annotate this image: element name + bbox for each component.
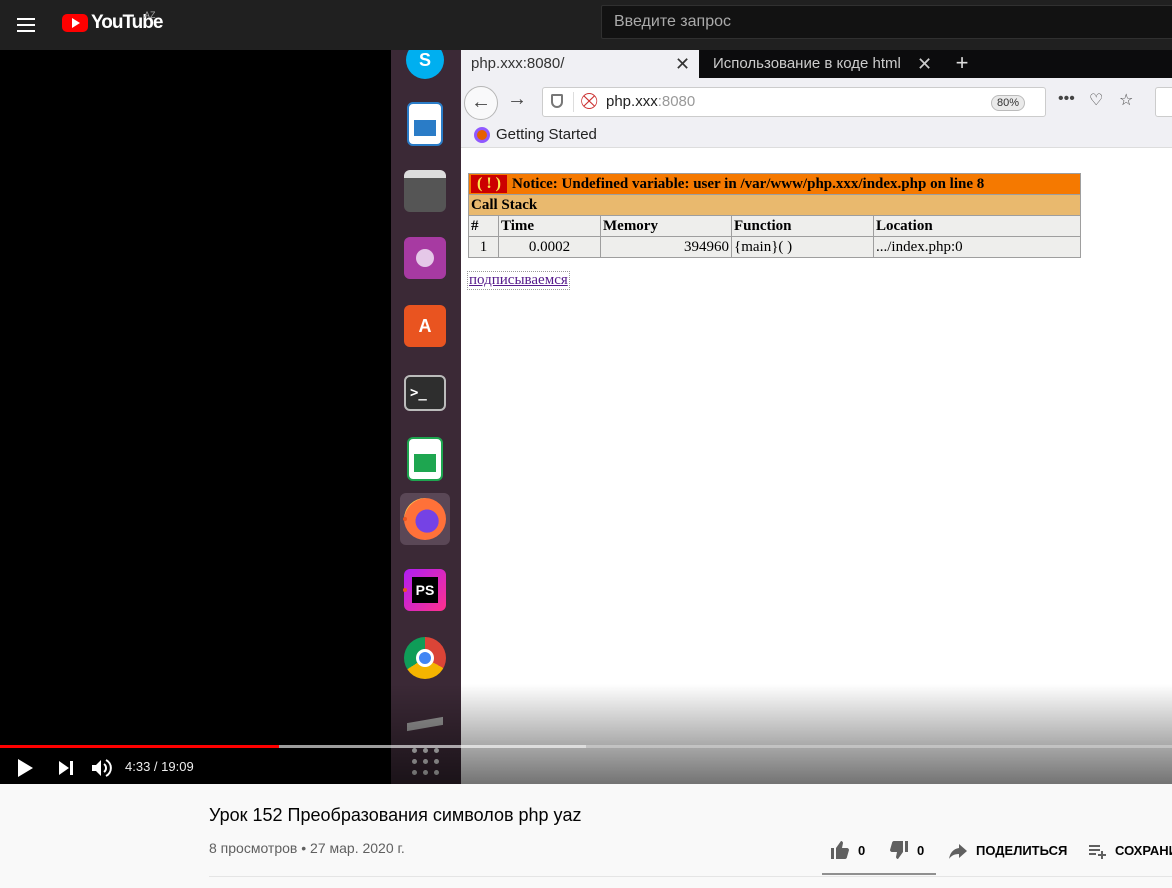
forward-arrow-icon: →: [507, 88, 527, 110]
shield-icon: [551, 94, 563, 108]
column-header: Memory: [600, 215, 732, 237]
search-box: [1155, 87, 1172, 117]
dock-phpstorm: PS: [400, 564, 450, 616]
running-indicator: [403, 588, 407, 592]
webcam-icon: [404, 237, 446, 279]
running-indicator: [403, 517, 407, 521]
firefox-favicon: [474, 127, 490, 143]
masthead: YouTube AZ: [0, 0, 1172, 50]
tab-title: php.xxx:8080/: [471, 55, 565, 72]
chrome-icon: [404, 637, 446, 679]
bookmarks-toolbar: Getting Started: [461, 122, 1172, 148]
video-frame: S A >_ PS php.xxx:8080/ ✕ Использование …: [391, 50, 1172, 784]
column-header: #: [468, 215, 499, 237]
bookmark-getting-started: Getting Started: [496, 126, 597, 143]
cell-time: 0.0002: [498, 236, 601, 258]
ubuntu-dock: S A >_ PS: [391, 50, 461, 784]
url-text: php.xxx:8080: [606, 93, 696, 110]
country-code: AZ: [144, 10, 156, 20]
video-player[interactable]: S A >_ PS php.xxx:8080/ ✕ Использование …: [0, 50, 1172, 784]
terminal-icon: >_: [404, 375, 446, 411]
notice-row: ( ! ) Notice: Undefined variable: user in…: [468, 173, 1081, 195]
firefox-window: php.xxx:8080/ ✕ Использование в коде htm…: [461, 50, 1172, 784]
libreoffice-impress-icon: [407, 102, 443, 146]
tab-active: php.xxx:8080/ ✕: [461, 50, 699, 78]
menu-icon[interactable]: [14, 13, 38, 37]
dock-skype: S: [400, 50, 450, 86]
save-label: СОХРАНИТЬ: [1115, 842, 1172, 858]
dock-terminal: >_: [400, 367, 450, 419]
column-header: Time: [498, 215, 601, 237]
cell-memory: 394960: [600, 236, 732, 258]
youtube-play-icon: [62, 14, 88, 32]
play-button[interactable]: [13, 756, 37, 780]
dock-software-center: A: [400, 300, 450, 352]
insecure-lock-icon: ⛒: [581, 93, 598, 110]
share-button[interactable]: ПОДЕЛИТЬСЯ: [948, 840, 1067, 860]
firefox-icon: [404, 498, 446, 540]
column-header: Function: [731, 215, 874, 237]
phpstorm-icon: PS: [404, 569, 446, 611]
skype-icon: S: [406, 50, 444, 79]
volume-button[interactable]: [89, 756, 115, 780]
subscribe-link: подписываемся: [467, 271, 570, 290]
call-stack-label: Call Stack: [468, 194, 1081, 216]
dock-webcam: [400, 232, 450, 284]
search-input[interactable]: [601, 5, 1172, 39]
volume-icon: [92, 759, 112, 777]
next-button[interactable]: [55, 756, 79, 780]
tab-inactive: Использование в коде html ✕: [703, 50, 939, 78]
video-meta: 8 просмотров • 27 мар. 2020 г.: [209, 840, 405, 856]
zoom-level: 80%: [991, 95, 1025, 111]
more-icon: •••: [1058, 90, 1075, 107]
tab-bar: php.xxx:8080/ ✕ Использование в коде htm…: [461, 50, 1172, 78]
played-bar: [0, 745, 279, 748]
dislike-count: 0: [917, 842, 925, 858]
star-icon: ☆: [1119, 92, 1134, 109]
cell-location: .../index.php:0: [873, 236, 1081, 258]
like-button[interactable]: 0: [830, 840, 865, 860]
plus-icon: +: [955, 50, 969, 75]
clapperboard-icon: [404, 170, 446, 212]
close-icon: ✕: [675, 54, 691, 74]
dock-libreoffice-draw: [400, 98, 450, 150]
notice-badge: ( ! ): [471, 175, 507, 193]
divider: [209, 876, 1172, 877]
dock-chrome: [400, 632, 450, 684]
playlist-add-icon: [1089, 845, 1106, 859]
dock-video-editor: [400, 165, 450, 217]
url-bar: ⛒ php.xxx:8080 80%: [542, 87, 1046, 117]
back-arrow-icon: ←: [464, 86, 498, 120]
nav-bar: ← → ⛒ php.xxx:8080 80% ••• ♡ ☆: [461, 78, 1172, 122]
share-label: ПОДЕЛИТЬСЯ: [976, 842, 1068, 858]
notice-message: Notice: Undefined variable: user in /var…: [511, 176, 985, 192]
dislike-button[interactable]: 0: [889, 840, 924, 860]
share-icon: [949, 844, 967, 859]
time-display: 4:33 / 19:09: [125, 759, 194, 774]
spreadsheet-icon: [407, 437, 443, 481]
sentiment-bar: [822, 873, 936, 875]
save-button[interactable]: СОХРАНИТЬ: [1087, 840, 1172, 860]
tab-title: Использование в коде html: [713, 55, 901, 72]
pocket-icon: ♡: [1089, 92, 1104, 109]
column-header: Location: [873, 215, 1081, 237]
thumbs-up-icon: [831, 841, 849, 859]
like-count: 0: [858, 842, 866, 858]
close-icon: ✕: [917, 54, 933, 74]
dock-libreoffice-calc: [400, 433, 450, 485]
table-row: 1 0.0002 394960 {main}( ) .../index.php:…: [468, 236, 1081, 258]
thumbs-down-icon: [890, 841, 908, 859]
video-title: Урок 152 Преобразования символов php yaz: [209, 805, 582, 825]
cell-num: 1: [468, 236, 499, 258]
software-center-icon: A: [404, 305, 446, 347]
cell-function: {main}( ): [731, 236, 874, 258]
xdebug-notice-table: ( ! ) Notice: Undefined variable: user in…: [468, 173, 1081, 258]
dock-firefox: [400, 493, 450, 545]
